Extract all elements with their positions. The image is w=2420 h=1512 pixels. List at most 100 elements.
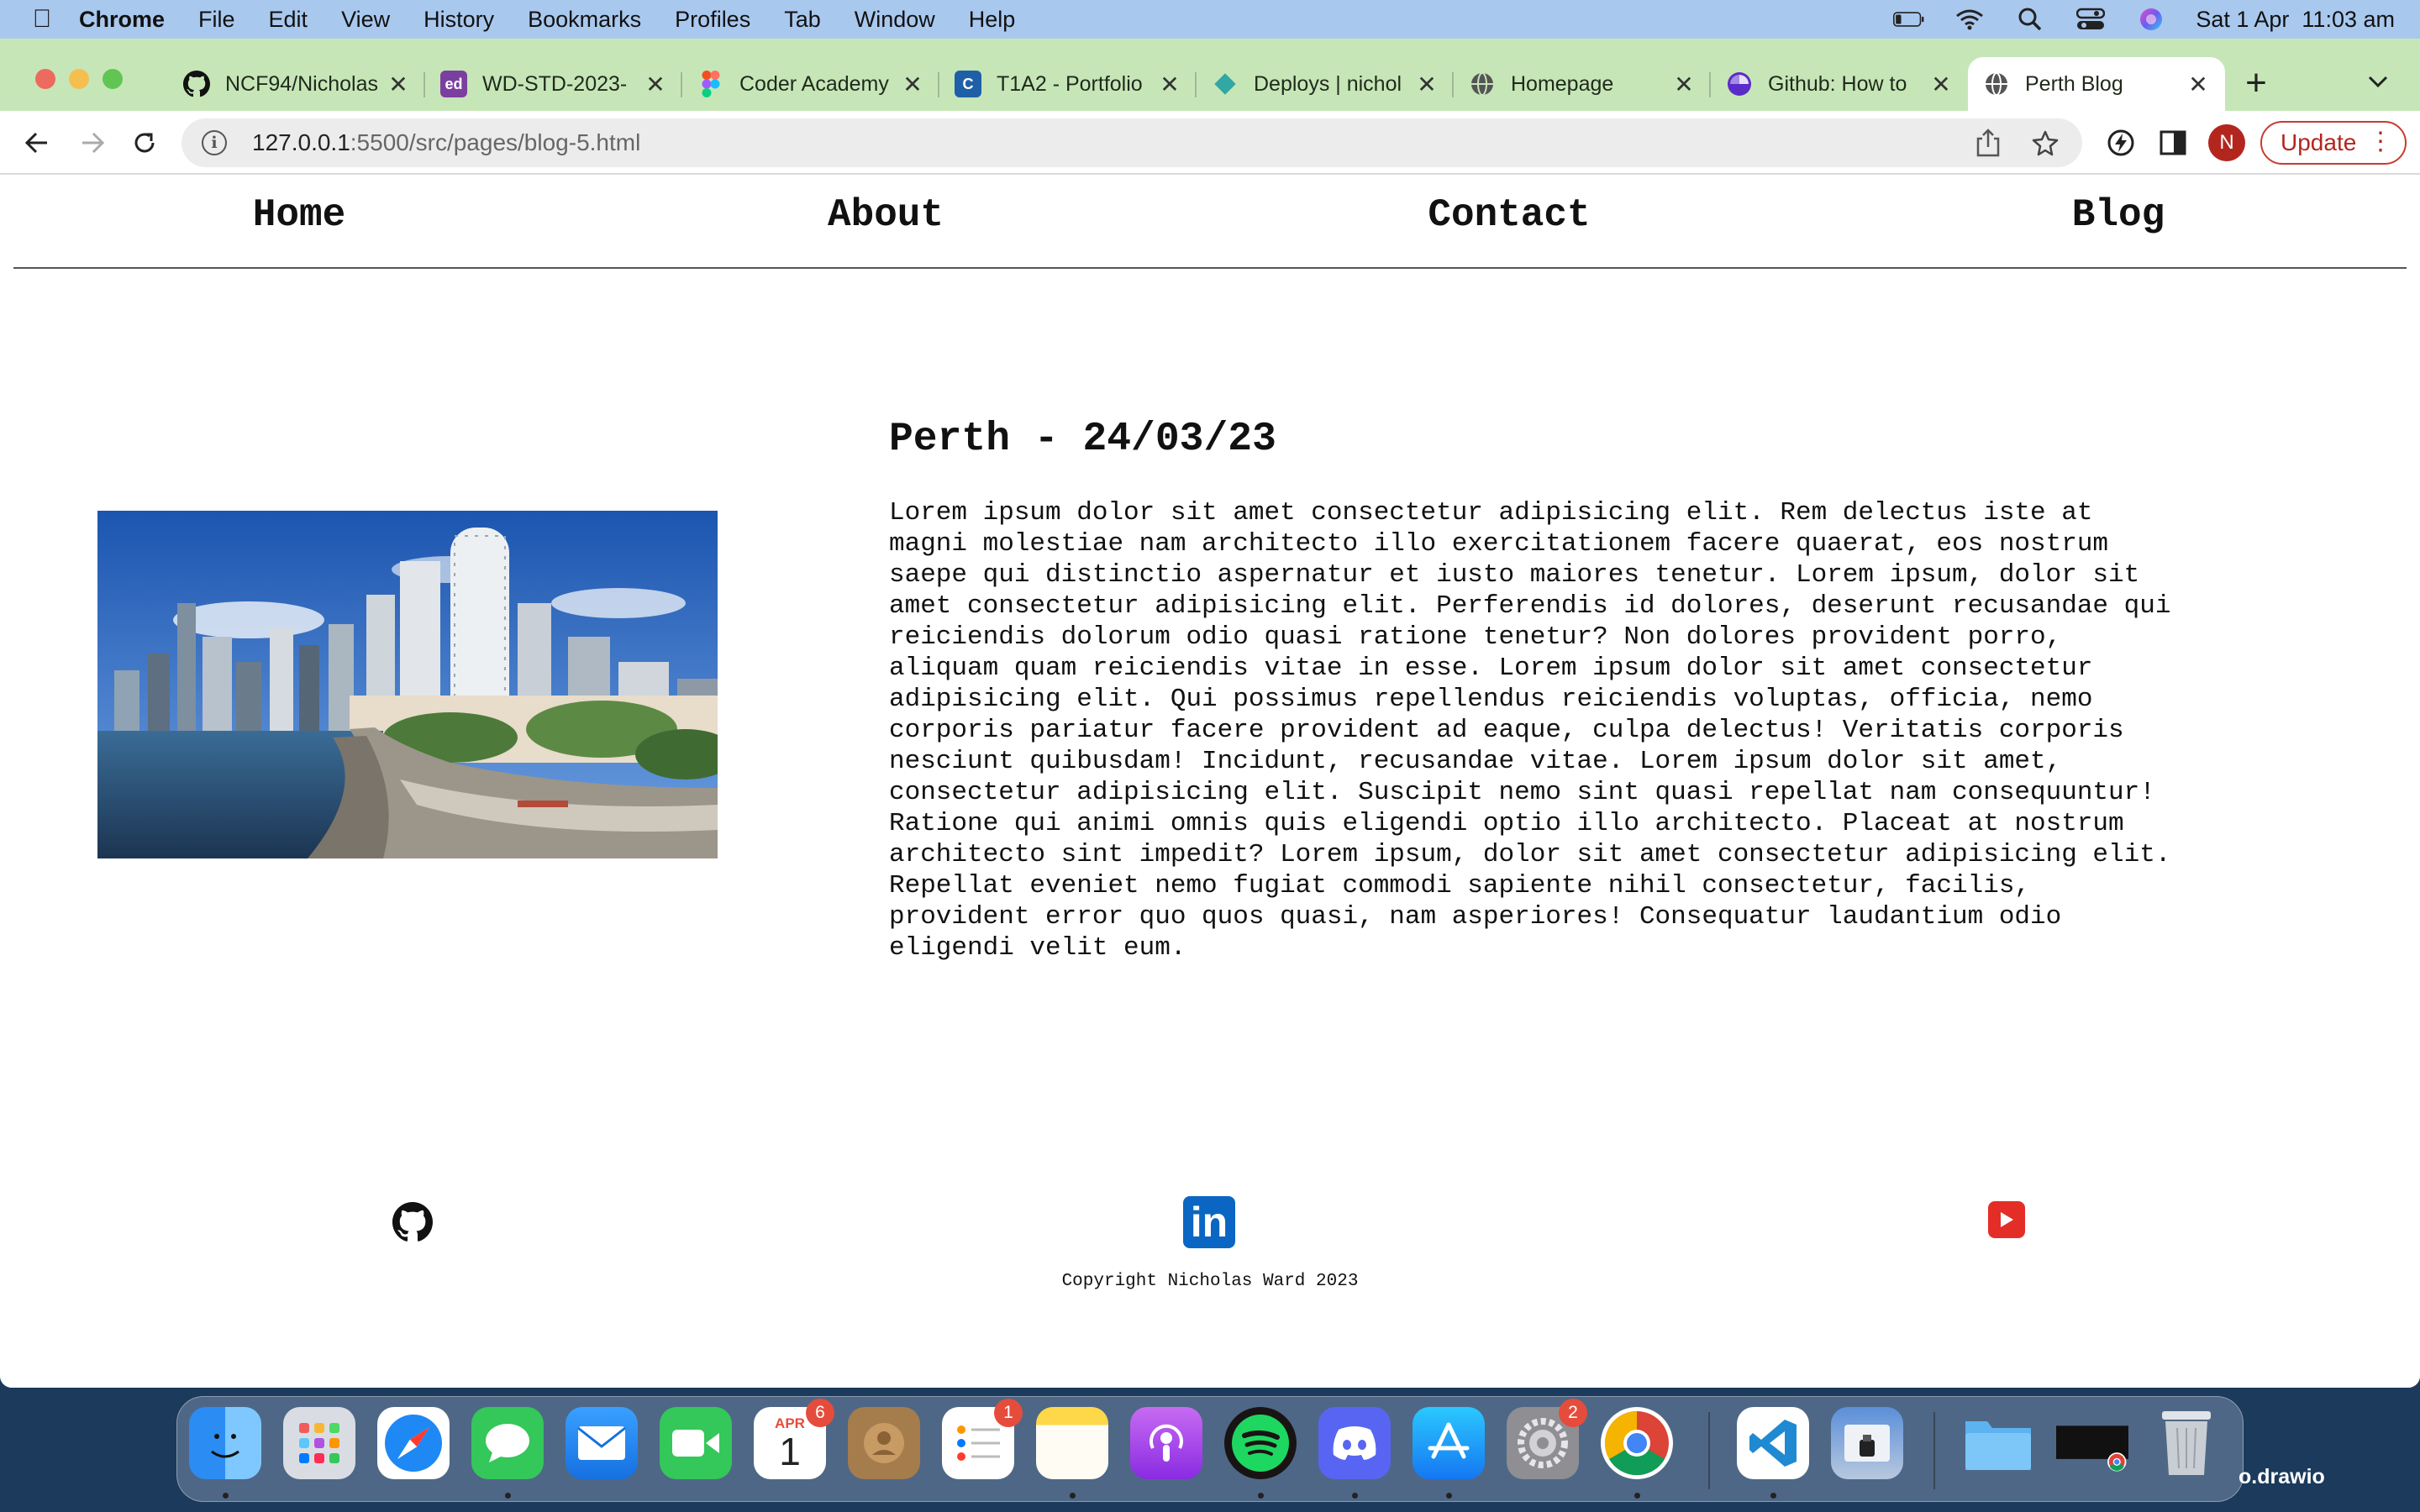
netlify-icon (1212, 71, 1239, 97)
mail-icon[interactable] (566, 1407, 638, 1479)
running-indicator (1352, 1493, 1358, 1499)
tab-label: Coder Academy (739, 71, 889, 96)
address-url[interactable]: 127.0.0.1:5500/src/pages/blog-5.html (252, 129, 1948, 156)
siri-icon[interactable] (2135, 8, 2167, 30)
spotlight-search-icon[interactable] (2014, 8, 2046, 31)
browser-toolbar: i 127.0.0.1:5500/src/pages/blog-5.html N… (0, 111, 2420, 175)
nav-link-about[interactable]: About (828, 193, 944, 237)
new-tab-plus-icon[interactable]: + (2235, 62, 2277, 104)
control-center-icon[interactable] (2075, 8, 2107, 30)
tab-github-nicholas[interactable]: NCF94/Nicholas ✕ (168, 57, 425, 111)
menu-history[interactable]: History (424, 7, 494, 33)
finder-icon[interactable] (189, 1407, 261, 1479)
minimize-window-button[interactable] (69, 69, 89, 89)
menu-tab[interactable]: Tab (784, 7, 821, 33)
wifi-icon[interactable] (1954, 8, 1986, 30)
profile-avatar[interactable]: N (2208, 124, 2245, 161)
more-menu-icon[interactable]: ⋮ (2368, 129, 2393, 155)
close-tab-icon[interactable]: ✕ (901, 71, 924, 98)
reminders-icon[interactable]: 1 (942, 1399, 1023, 1479)
battery-icon[interactable] (1893, 8, 1925, 30)
podcasts-icon[interactable] (1130, 1407, 1202, 1479)
linkedin-wordmark: in (1190, 1199, 1228, 1246)
youtube-icon[interactable] (1988, 1201, 2025, 1238)
tab-deploys[interactable]: Deploys | nichol ✕ (1197, 57, 1454, 111)
menu-edit[interactable]: Edit (269, 7, 308, 33)
copyright-text: Copyright Nicholas Ward 2023 (1061, 1272, 1359, 1291)
post-title: Perth - 24/03/23 (889, 417, 1276, 462)
extension-bolt-icon[interactable] (2104, 126, 2138, 160)
chrome-window-thumbnail-icon[interactable] (2056, 1407, 2128, 1479)
tab-coder-academy[interactable]: Coder Academy ✕ (682, 57, 939, 111)
trash-icon[interactable] (2150, 1407, 2223, 1479)
github-icon (183, 71, 210, 97)
back-arrow-icon[interactable] (20, 126, 54, 160)
nav-link-contact[interactable]: Contact (1428, 193, 1590, 237)
contacts-icon[interactable] (848, 1407, 920, 1479)
tab-label: NCF94/Nicholas (225, 71, 379, 96)
menu-bookmarks[interactable]: Bookmarks (528, 7, 641, 33)
side-panel-icon[interactable] (2156, 126, 2190, 160)
github-icon[interactable] (392, 1201, 434, 1243)
tab-t1a2-portfolio[interactable]: C T1A2 - Portfolio ✕ (939, 57, 1197, 111)
desktop-file-label[interactable]: o.drawio (2238, 1465, 2325, 1489)
notes-icon[interactable] (1036, 1407, 1108, 1479)
running-indicator (1770, 1493, 1776, 1499)
discord-icon[interactable] (1318, 1407, 1391, 1479)
site-nav: Home About Contact Blog (13, 175, 2407, 269)
tab-homepage[interactable]: Homepage ✕ (1454, 57, 1711, 111)
menu-window[interactable]: Window (855, 7, 935, 33)
close-tab-icon[interactable]: ✕ (644, 71, 667, 98)
update-button[interactable]: Update ⋮ (2260, 121, 2407, 165)
menu-app-name[interactable]: Chrome (79, 7, 165, 33)
menu-profiles[interactable]: Profiles (675, 7, 750, 33)
share-icon[interactable] (1971, 126, 2005, 160)
tab-github-how-to[interactable]: Github: How to ✕ (1711, 57, 1968, 111)
site-info-icon[interactable]: i (202, 130, 227, 155)
apple-icon[interactable]:  (25, 5, 59, 34)
macos-menubar:  Chrome File Edit View History Bookmark… (0, 0, 2420, 39)
menu-help[interactable]: Help (969, 7, 1016, 33)
safari-icon[interactable] (377, 1407, 450, 1479)
running-indicator (1634, 1493, 1640, 1499)
close-window-button[interactable] (35, 69, 55, 89)
close-tab-icon[interactable]: ✕ (1415, 71, 1439, 98)
tab-wd-std[interactable]: ed WD-STD-2023- ✕ (425, 57, 682, 111)
chrome-icon[interactable] (1601, 1407, 1673, 1479)
close-tab-icon[interactable]: ✕ (1672, 71, 1696, 98)
preview-icon[interactable] (1831, 1407, 1903, 1479)
calendar-day: 1 (779, 1430, 801, 1473)
calendar-badge: 6 (806, 1399, 834, 1427)
facetime-icon[interactable] (660, 1407, 732, 1479)
reminders-badge: 1 (994, 1399, 1023, 1427)
menubar-clock[interactable]: Sat 1 Apr 11:03 am (2196, 7, 2395, 33)
pinwheel-icon (1726, 71, 1753, 97)
folder-icon[interactable] (1962, 1407, 2034, 1479)
messages-icon[interactable] (471, 1407, 544, 1479)
linkedin-icon[interactable]: in (1183, 1196, 1235, 1248)
menu-file[interactable]: File (198, 7, 235, 33)
tab-strip: NCF94/Nicholas ✕ ed WD-STD-2023- ✕ Coder… (0, 39, 2420, 111)
bookmark-star-icon[interactable] (2028, 126, 2062, 160)
tabs: NCF94/Nicholas ✕ ed WD-STD-2023- ✕ Coder… (168, 57, 2225, 111)
app-store-icon[interactable] (1413, 1407, 1485, 1479)
close-tab-icon[interactable]: ✕ (387, 71, 410, 98)
tab-search-chevron-icon[interactable] (2361, 69, 2395, 94)
zoom-window-button[interactable] (103, 69, 123, 89)
nav-link-home[interactable]: Home (253, 193, 345, 237)
nav-link-blog[interactable]: Blog (2072, 193, 2165, 237)
forward-arrow-icon[interactable] (76, 126, 109, 160)
close-tab-icon[interactable]: ✕ (2186, 71, 2210, 98)
reload-icon[interactable] (128, 126, 161, 160)
close-tab-icon[interactable]: ✕ (1929, 71, 1953, 98)
close-tab-icon[interactable]: ✕ (1158, 71, 1181, 98)
address-bar[interactable]: i 127.0.0.1:5500/src/pages/blog-5.html (182, 118, 2082, 167)
running-indicator (1258, 1493, 1264, 1499)
menu-view[interactable]: View (341, 7, 390, 33)
spotify-icon[interactable] (1224, 1407, 1297, 1479)
tab-perth-blog[interactable]: Perth Blog ✕ (1968, 57, 2225, 111)
system-settings-icon[interactable]: 2 (1507, 1399, 1587, 1479)
calendar-icon[interactable]: APR 1 6 (754, 1399, 834, 1479)
launchpad-icon[interactable] (283, 1407, 355, 1479)
vscode-icon[interactable] (1737, 1407, 1809, 1479)
